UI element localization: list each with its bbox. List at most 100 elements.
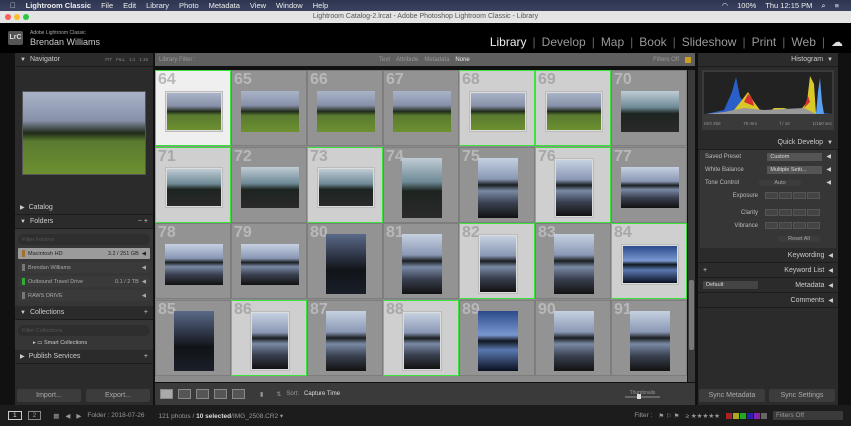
lock-icon[interactable] — [685, 56, 691, 63]
menu-edit[interactable]: Edit — [123, 1, 136, 10]
photo-thumbnail[interactable] — [174, 310, 214, 371]
zoom-button[interactable] — [23, 14, 29, 20]
comments-header[interactable]: Comments ◀ — [698, 293, 838, 308]
grid-view-icon[interactable] — [160, 389, 173, 399]
thumbnail-cell[interactable]: 90 — [535, 299, 611, 376]
color-label-filter[interactable] — [726, 412, 767, 419]
add-collection-icon[interactable]: + — [144, 309, 148, 316]
module-book[interactable]: Book — [639, 35, 666, 49]
collections-header[interactable]: ▼ Collections + — [15, 306, 153, 320]
photo-thumbnail[interactable] — [623, 245, 677, 283]
thumbnail-cell[interactable]: 75 — [459, 146, 535, 223]
flag-filter-icons[interactable]: ⚑ ⚐ ⚑ — [658, 412, 679, 420]
main-window-button[interactable]: 1 — [8, 411, 22, 420]
module-map[interactable]: Map — [601, 35, 624, 49]
thumbnail-cell[interactable]: 69 — [535, 70, 611, 146]
export-button[interactable]: Export... — [86, 389, 150, 402]
photo-thumbnail[interactable] — [241, 167, 299, 208]
spotlight-icon[interactable]: ⌕ — [821, 1, 825, 11]
menu-list-icon[interactable]: ≡ — [835, 1, 839, 11]
thumbnail-size-slider[interactable]: Thumbnails — [625, 390, 660, 399]
cloud-icon[interactable]: ☁ — [831, 35, 843, 49]
filters-off[interactable]: Filters Off — [653, 57, 679, 63]
thumbnail-cell[interactable]: 66 — [307, 70, 383, 146]
survey-view-icon[interactable] — [214, 389, 227, 399]
clock[interactable]: Thu 12:15 PM — [765, 1, 812, 11]
folder-item[interactable]: Macintosh HD 3.2 / 251 GB ◀ — [18, 248, 150, 259]
photo-thumbnail[interactable] — [402, 157, 442, 218]
photo-thumbnail[interactable] — [167, 169, 221, 206]
loupe-view-icon[interactable] — [178, 389, 191, 399]
menu-view[interactable]: View — [250, 1, 266, 10]
thumbnail-cell[interactable]: 79 — [231, 223, 307, 299]
zoom-1-16[interactable]: 1:16 — [139, 57, 148, 62]
minimize-button[interactable] — [14, 14, 20, 20]
photo-thumbnail[interactable] — [317, 90, 375, 132]
white-balance-select[interactable]: Multiple Setti... — [767, 165, 823, 174]
photo-thumbnail[interactable] — [480, 236, 516, 292]
menu-library[interactable]: Library — [146, 1, 169, 10]
keyword-list-header[interactable]: + Keyword List ◀ — [698, 263, 838, 278]
photo-thumbnail[interactable] — [167, 92, 221, 130]
publish-services-header[interactable]: ▶ Publish Services + — [15, 350, 153, 364]
navigator-header[interactable]: ▼ Navigator FIT FILL 1:1 1:16 — [15, 53, 153, 67]
thumbnail-cell[interactable]: 74 — [383, 146, 459, 223]
thumbnail-cell[interactable]: 68 — [459, 70, 535, 146]
folder-item[interactable]: Brendan Williams ◀ — [18, 262, 150, 273]
photo-thumbnail[interactable] — [404, 312, 440, 369]
zoom-fit[interactable]: FIT — [105, 57, 112, 62]
clarity-steppers[interactable] — [765, 209, 820, 216]
photo-thumbnail[interactable] — [554, 310, 594, 371]
apple-icon[interactable]:  — [10, 1, 16, 10]
grid-icon[interactable]: ▦ — [53, 412, 59, 420]
menu-photo[interactable]: Photo — [179, 1, 199, 10]
photo-thumbnail[interactable] — [630, 310, 670, 371]
zoom-1-1[interactable]: 1:1 — [129, 57, 135, 62]
menu-metadata[interactable]: Metadata — [209, 1, 240, 10]
filter-text[interactable]: Text — [379, 57, 390, 63]
sync-settings-button[interactable]: Sync Settings — [769, 389, 835, 402]
menu-help[interactable]: Help — [313, 1, 328, 10]
module-web[interactable]: Web — [791, 35, 815, 49]
thumbnail-cell[interactable]: 67 — [383, 70, 459, 146]
thumbnail-cell[interactable]: 77 — [611, 146, 687, 223]
close-button[interactable] — [5, 14, 11, 20]
thumbnail-cell[interactable]: 78 — [155, 223, 231, 299]
filter-none[interactable]: None — [455, 57, 469, 63]
filter-metadata[interactable]: Metadata — [424, 57, 449, 63]
photo-thumbnail[interactable] — [326, 234, 366, 294]
exposure-steppers[interactable] — [765, 192, 820, 199]
folder-path[interactable]: Folder : 2018-07-26 — [87, 412, 144, 419]
collection-filter-input[interactable]: Filter Collections — [18, 325, 150, 336]
auto-tone-button[interactable]: Auto — [759, 179, 802, 186]
photo-thumbnail[interactable] — [621, 90, 679, 132]
photo-thumbnail[interactable] — [554, 234, 594, 294]
metadata-header[interactable]: Default Metadata ◀ — [698, 278, 838, 293]
folders-header[interactable]: ▼ Folders − + — [15, 215, 153, 229]
star-filter[interactable]: ≥ ★★★★★ — [685, 412, 720, 420]
module-print[interactable]: Print — [752, 35, 777, 49]
thumbnail-cell[interactable]: 70 — [611, 70, 687, 146]
thumbnail-cell[interactable]: 80 — [307, 223, 383, 299]
import-button[interactable]: Import... — [17, 389, 81, 402]
saved-preset-select[interactable]: Custom — [767, 152, 823, 161]
menu-file[interactable]: File — [101, 1, 113, 10]
current-file[interactable]: /IMG_2508.CR2 — [231, 413, 278, 420]
forward-arrow-icon[interactable]: ▶ — [76, 412, 81, 420]
thumbnail-cell[interactable]: 83 — [535, 223, 611, 299]
thumbnail-cell[interactable]: 84 — [611, 223, 687, 299]
thumbnail-cell[interactable]: 72 — [231, 146, 307, 223]
module-develop[interactable]: Develop — [542, 35, 586, 49]
photo-thumbnail[interactable] — [556, 159, 592, 216]
zoom-fill[interactable]: FILL — [116, 57, 125, 62]
smart-collections[interactable]: ▸ ▭ Smart Collections — [15, 339, 153, 348]
photo-thumbnail[interactable] — [319, 169, 373, 206]
battery-status[interactable]: 100% — [737, 1, 756, 11]
thumbnail-cell[interactable]: 88 — [383, 299, 459, 376]
back-arrow-icon[interactable]: ◀ — [65, 412, 70, 420]
folder-item[interactable]: Outbound Travel Drive 0.1 / 2 TB ◀ — [18, 276, 150, 287]
photo-thumbnail[interactable] — [547, 92, 601, 130]
menu-window[interactable]: Window — [276, 1, 303, 10]
vibrance-steppers[interactable] — [765, 222, 820, 229]
menu-app[interactable]: Lightroom Classic — [26, 1, 91, 10]
